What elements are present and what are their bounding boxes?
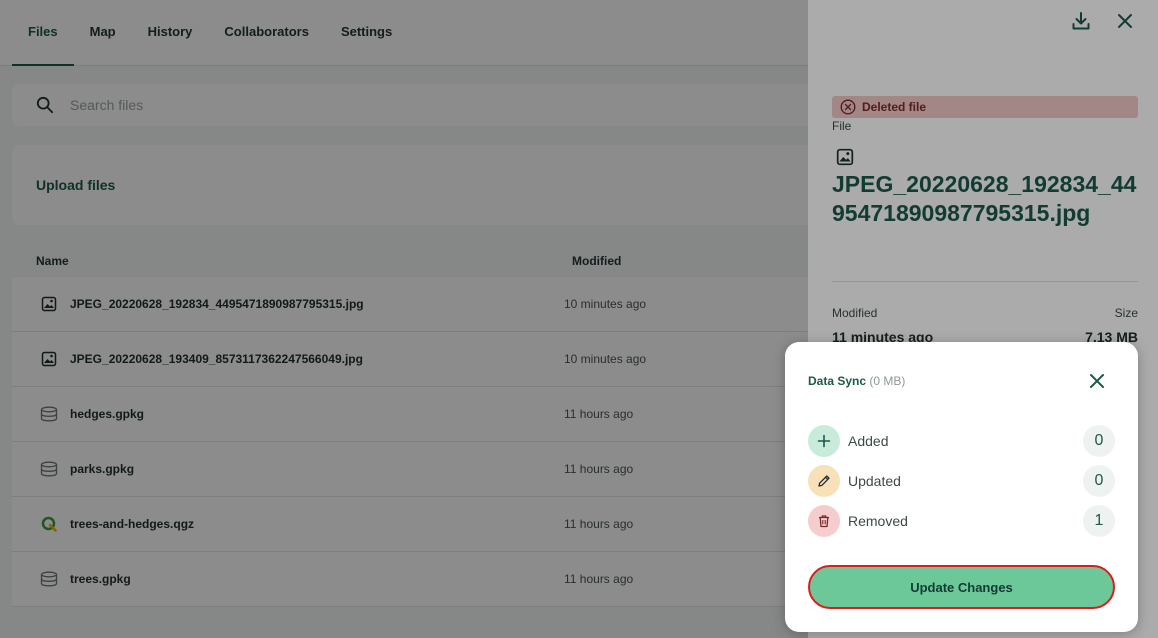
sync-row-added: Added 0 <box>808 425 1115 457</box>
sync-row-updated: Updated 0 <box>808 465 1115 497</box>
sync-row-label: Removed <box>848 513 908 529</box>
sync-row-count: 0 <box>1083 465 1115 497</box>
sync-row-count: 1 <box>1083 505 1115 537</box>
close-icon <box>1090 374 1104 388</box>
dialog-title: Data Sync (0 MB) <box>808 374 905 388</box>
data-sync-dialog: Data Sync (0 MB) Added 0 Updated 0 Remov… <box>785 342 1138 632</box>
plus-icon <box>808 425 840 457</box>
trash-icon <box>808 505 840 537</box>
dialog-title-text: Data Sync <box>808 374 867 388</box>
close-dialog-button[interactable] <box>1086 370 1108 392</box>
sync-row-label: Updated <box>848 473 901 489</box>
modal-backdrop[interactable] <box>0 0 808 638</box>
pencil-icon <box>808 465 840 497</box>
sync-row-count: 0 <box>1083 425 1115 457</box>
sync-size: (0 MB) <box>869 374 906 388</box>
sync-row-removed: Removed 1 <box>808 505 1115 537</box>
update-changes-button[interactable]: Update Changes <box>808 565 1115 609</box>
sync-row-label: Added <box>848 433 889 449</box>
